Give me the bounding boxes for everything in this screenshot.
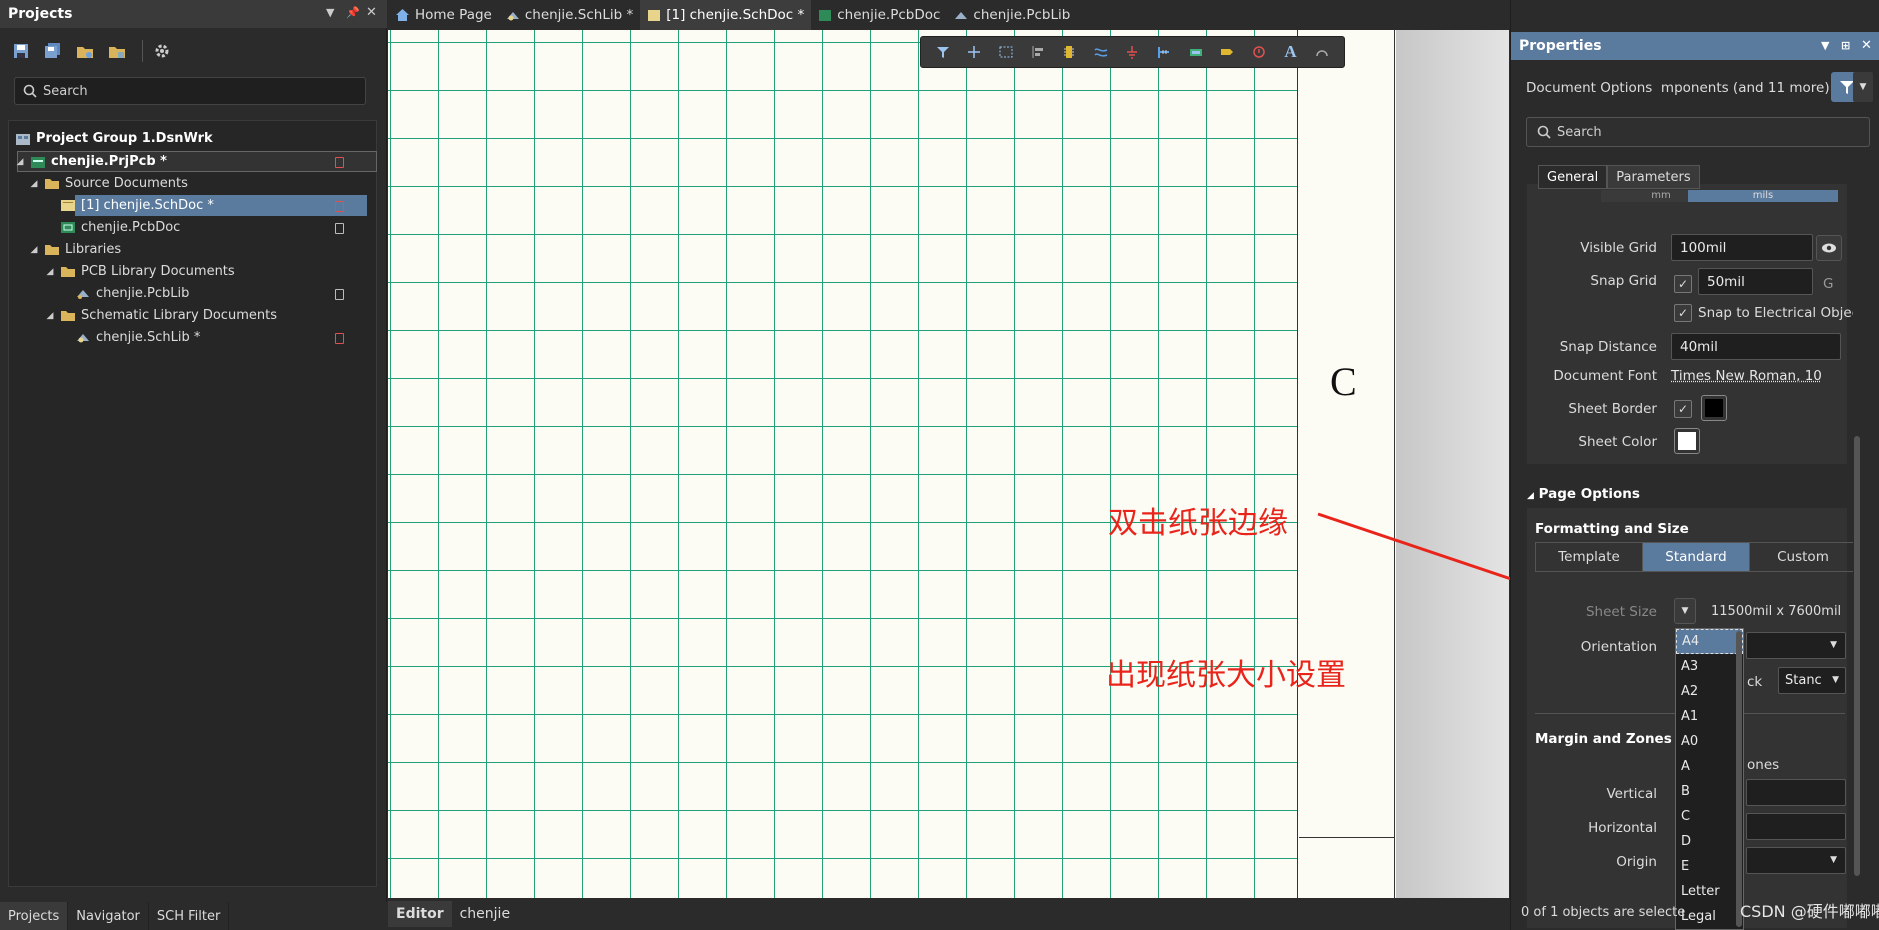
horizontal-field[interactable] [1746,813,1846,840]
standard-button[interactable]: Standard [1643,543,1750,571]
vertical-field[interactable] [1746,779,1846,806]
tab-parameters[interactable]: Parameters [1607,165,1699,189]
sheet-size-option-letter[interactable]: Letter [1676,879,1743,904]
sheet-size-label: Sheet Size [1511,604,1657,620]
units-mils-tab[interactable]: mils [1688,190,1838,202]
sheet-size-option-d[interactable]: D [1676,829,1743,854]
sheet-size-value: 11500mil x 7600mil [1711,604,1841,619]
tab-editor[interactable]: Editor [388,901,452,927]
zones-label: ones [1747,757,1779,773]
sheet-border-label: Sheet Border [1511,401,1657,417]
formatting-size-header: Formatting and Size [1535,521,1689,537]
origin-label: Origin [1511,854,1657,870]
tab-chenjie[interactable]: chenjie [452,901,518,927]
pin-icon[interactable]: ⊞ [1841,39,1850,52]
template-button[interactable]: Template [1536,543,1643,571]
snap-grid-label: Snap Grid [1511,273,1657,289]
filter-dropdown[interactable]: ▼ [1853,72,1873,102]
snap-distance-field[interactable]: 40mil [1671,333,1841,360]
snap-electrical-checkbox[interactable]: ✓ [1674,304,1692,322]
title-block-label: ck [1747,674,1762,690]
sheet-border-color-swatch[interactable] [1701,395,1727,421]
chevron-down-icon: ▼ [1832,675,1839,685]
sheet-size-option-a1[interactable]: A1 [1676,704,1743,729]
snap-grid-shortcut: G [1823,276,1833,292]
orientation-label: Orientation [1511,639,1657,655]
scrollbar-thumb[interactable] [1854,436,1860,876]
properties-search-input[interactable]: Search [1526,117,1870,147]
search-icon [1537,125,1551,139]
dropdown-scrollbar[interactable] [1736,631,1742,927]
editor-bottom-tabs: Editor chenjie [388,898,1509,930]
orientation-dropdown[interactable]: ▼ [1746,632,1846,659]
horizontal-label: Horizontal [1511,820,1657,836]
panel-menu-icon[interactable]: ▼ [1821,39,1829,52]
vertical-label: Vertical [1511,786,1657,802]
filter-summary: mponents (and 11 more) [1661,80,1830,96]
snap-grid-field[interactable]: 50mil [1698,268,1813,295]
altium-window: Projects ▼ 📌 ✕ Search Project Group 1.Ds… [0,0,1879,930]
page-options-header[interactable]: ◢ Page Options [1527,486,1640,502]
format-mode-segmented: Template Standard Custom [1535,542,1857,572]
chevron-down-icon: ▼ [1830,640,1837,650]
document-options-label: Document Options mponents (and 11 more) [1526,80,1830,96]
properties-title: Properties [1519,38,1602,54]
document-font-link[interactable]: Times New Roman, 10 [1671,368,1822,384]
sheet-size-option-c[interactable]: C [1676,804,1743,829]
sheet-size-options: A4 A3 A2 A1 A0 A B C D E Letter Legal [1675,628,1744,930]
sheet-color-swatch[interactable] [1674,428,1700,454]
chevron-down-icon: ▼ [1682,606,1689,616]
eye-icon[interactable] [1816,235,1842,261]
chevron-down-icon: ▼ [1830,855,1837,865]
selection-status: 0 of 1 objects are selecte [1521,905,1685,920]
watermark: CSDN @硬件嘟嘟嘟 [1740,898,1879,922]
sheet-size-option-a4[interactable]: A4 [1676,629,1743,654]
sheet-size-option-a3[interactable]: A3 [1676,654,1743,679]
sheet-size-option-legal[interactable]: Legal [1676,904,1743,929]
chevron-down-icon: ▼ [1860,82,1867,92]
properties-header: Properties ▼ ⊞ ✕ [1511,32,1879,60]
visible-grid-field[interactable]: 100mil [1671,234,1813,261]
properties-tabs: General Parameters [1538,165,1700,189]
origin-dropdown[interactable]: ▼ [1746,847,1846,874]
sheet-color-label: Sheet Color [1511,434,1657,450]
collapse-triangle-icon: ◢ [1527,491,1534,501]
snap-distance-label: Snap Distance [1511,339,1657,355]
sheet-size-option-a[interactable]: A [1676,754,1743,779]
tab-general[interactable]: General [1538,165,1607,189]
sheet-size-option-a2[interactable]: A2 [1676,679,1743,704]
close-icon[interactable]: ✕ [1861,38,1872,53]
general-section [1527,184,1847,464]
document-font-label: Document Font [1511,368,1657,384]
sheet-size-option-b[interactable]: B [1676,779,1743,804]
margin-zones-header: Margin and Zones [1535,731,1672,747]
sheet-size-dropdown[interactable]: ▼ [1674,598,1696,624]
snap-electrical-label: Snap to Electrical Object [1698,305,1858,321]
properties-scrollbar[interactable] [1853,190,1861,890]
title-block-dropdown[interactable]: Stanc ▼ [1778,667,1846,694]
custom-button[interactable]: Custom [1750,543,1856,571]
snap-grid-checkbox[interactable]: ✓ [1674,275,1692,293]
sheet-size-option-a0[interactable]: A0 [1676,729,1743,754]
sheet-border-checkbox[interactable]: ✓ [1674,400,1692,418]
visible-grid-label: Visible Grid [1511,240,1657,256]
sheet-size-option-e[interactable]: E [1676,854,1743,879]
